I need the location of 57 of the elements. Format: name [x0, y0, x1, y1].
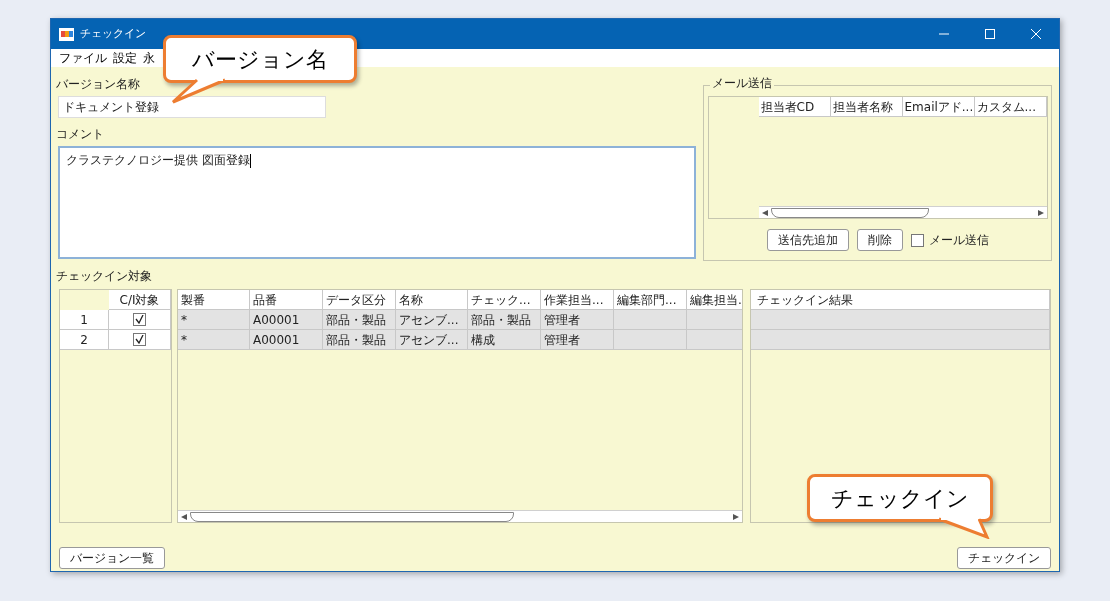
column-header[interactable]: 担当者名称 [830, 97, 903, 117]
scroll-thumb[interactable] [770, 207, 929, 218]
horizontal-scrollbar[interactable] [758, 206, 1047, 218]
row-number: 2 [60, 330, 109, 350]
horizontal-scrollbar[interactable] [178, 510, 742, 522]
mail-button[interactable]: 削除 [856, 229, 903, 251]
scroll-right-icon[interactable] [1037, 209, 1044, 216]
field-label: バージョン名称 [56, 76, 140, 93]
checkbox[interactable] [133, 313, 146, 326]
table-cell: アセンブ... [396, 310, 468, 330]
table-cell: 部品・製品 [468, 310, 541, 330]
comment-field[interactable]: クラステクノロジー提供 図面登録 [58, 146, 696, 259]
table-cell: * [178, 330, 250, 350]
column-header[interactable]: 編集担当. [687, 290, 742, 310]
column-header[interactable]: 担当者CD [758, 97, 831, 117]
menu-item[interactable]: ファイル [59, 49, 107, 67]
table-cell: * [178, 310, 250, 330]
scroll-right-icon[interactable] [733, 513, 739, 520]
menu-item[interactable]: 永 [143, 49, 155, 67]
app-logo-icon [59, 27, 74, 41]
callout-tail-icon [937, 517, 991, 539]
table-cell: アセンブ... [396, 330, 468, 350]
column-header[interactable]: C/I対象 [109, 290, 171, 310]
scroll-thumb[interactable] [190, 511, 514, 522]
column-header[interactable]: 編集部門... [614, 290, 687, 310]
checkbox[interactable] [910, 233, 924, 247]
table-cell: 管理者 [541, 310, 614, 330]
footer-button[interactable]: チェックイン [957, 547, 1051, 569]
scroll-left-icon[interactable] [181, 513, 187, 520]
footer-button[interactable]: バージョン一覧 [59, 547, 165, 569]
table-cell [687, 330, 742, 350]
table-cell [687, 310, 742, 330]
group-legend: メール送信 [710, 77, 774, 89]
column-header[interactable]: データ区分 [323, 290, 396, 310]
menu-item[interactable]: 設定 [113, 49, 137, 67]
table-cell: A00001 [250, 330, 323, 350]
column-header[interactable]: 品番 [250, 290, 323, 310]
checkbox-label: メール送信 [928, 232, 989, 249]
column-header[interactable]: チェックイン結果 [751, 290, 1050, 310]
column-header[interactable]: 製番 [178, 290, 250, 310]
scroll-left-icon[interactable] [761, 209, 768, 216]
window-title: チェックイン [80, 25, 146, 42]
table-cell: 部品・製品 [323, 310, 396, 330]
table-cell: 管理者 [541, 330, 614, 350]
column-header[interactable]: チェック... [468, 290, 541, 310]
table-cell: A00001 [250, 310, 323, 330]
column-header[interactable]: Emailアド... [902, 97, 975, 117]
column-header[interactable]: 作業担当... [541, 290, 614, 310]
column-header[interactable]: 名称 [396, 290, 468, 310]
section-label: チェックイン対象 [56, 268, 152, 285]
column-header[interactable]: カスタム... [974, 97, 1047, 117]
table-cell: 構成 [468, 330, 541, 350]
checkbox[interactable] [133, 333, 146, 346]
field-label: コメント [56, 126, 104, 143]
table-cell: 部品・製品 [323, 330, 396, 350]
row-number: 1 [60, 310, 109, 330]
mail-button[interactable]: 送信先追加 [766, 229, 849, 251]
